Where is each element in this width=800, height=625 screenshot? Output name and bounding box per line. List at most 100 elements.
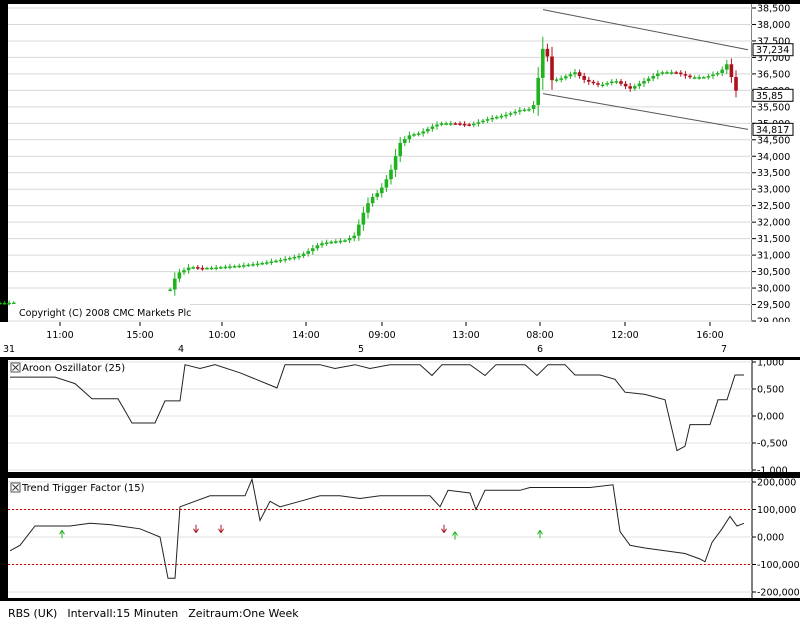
- candle-body: [0, 303, 2, 305]
- candle-body: [417, 133, 421, 135]
- candle-body: [329, 242, 333, 244]
- candle-body: [320, 243, 324, 245]
- candle-body: [628, 86, 632, 88]
- candle-body: [449, 123, 453, 125]
- footer-range: Zeitraum:One Week: [188, 607, 298, 620]
- candle-body: [523, 110, 527, 112]
- candle-body: [486, 119, 490, 121]
- candle-body: [500, 116, 504, 118]
- candle-body: [224, 267, 228, 269]
- candle-body: [555, 79, 559, 81]
- candle-body: [541, 49, 545, 78]
- candle-body: [279, 260, 283, 262]
- candle-body: [707, 76, 711, 78]
- candle-body: [431, 126, 435, 128]
- price-tick-label: 34,000: [757, 152, 790, 163]
- candle-body: [601, 85, 605, 87]
- candle-body: [348, 238, 352, 240]
- ttf-close-icon[interactable]: [11, 483, 20, 492]
- candle-body: [191, 267, 195, 269]
- candle-body: [619, 81, 623, 84]
- time-tick-label: 09:00: [368, 330, 395, 341]
- candle-body: [615, 81, 619, 83]
- time-axis: [0, 322, 800, 357]
- price-tick-label: 33,000: [757, 185, 790, 196]
- candle-body: [371, 197, 375, 203]
- candle-body: [592, 82, 596, 84]
- candle-body: [730, 64, 734, 77]
- candle-body: [564, 76, 568, 78]
- candle-body: [168, 289, 172, 291]
- candle-body: [274, 261, 278, 263]
- indicator-tick-label: -100,000: [757, 560, 800, 571]
- candle-body: [477, 122, 481, 124]
- candle-body: [569, 74, 573, 76]
- candle-body: [633, 86, 637, 89]
- price-tick-label: 32,000: [757, 218, 790, 229]
- candle-body: [467, 124, 471, 126]
- candle-body: [573, 72, 577, 74]
- candle-body: [661, 72, 665, 74]
- candle-body: [178, 272, 182, 278]
- candle-body: [670, 72, 674, 74]
- candle-body: [734, 77, 738, 91]
- price-tick-label: 38,000: [757, 20, 790, 31]
- candle-body: [205, 268, 209, 270]
- candle-body: [182, 270, 186, 272]
- candle-body: [352, 236, 356, 238]
- time-tick-label: 16:00: [696, 330, 723, 341]
- time-tick-label: 10:00: [208, 330, 235, 341]
- candle-body: [490, 118, 494, 120]
- candle-body: [605, 83, 609, 85]
- candle-body: [711, 75, 715, 77]
- candle-body: [651, 76, 655, 79]
- candle-body: [237, 266, 241, 268]
- candle-body: [210, 268, 214, 270]
- candle-body: [389, 170, 393, 179]
- time-tick-label: 12:00: [611, 330, 638, 341]
- candle-body: [357, 225, 361, 236]
- candle-body: [720, 70, 724, 73]
- copyright-text: Copyright (C) 2008 CMC Markets Plc: [19, 308, 191, 319]
- candle-body: [578, 72, 582, 76]
- indicator-tick-label: 100,000: [757, 505, 796, 516]
- candle-body: [504, 115, 508, 117]
- candle-body: [219, 267, 223, 269]
- candle-body: [394, 156, 398, 170]
- footer-interval: Intervall:15 Minuten: [67, 607, 178, 620]
- candle-body: [247, 265, 251, 267]
- candle-body: [256, 264, 260, 266]
- price-tick-label: 30,000: [757, 284, 790, 295]
- candle-body: [283, 259, 287, 261]
- candle-body: [656, 73, 660, 76]
- candle-body: [596, 83, 600, 85]
- candle-body: [201, 268, 205, 270]
- candle-body: [297, 256, 301, 258]
- indicator-tick-label: -0,500: [757, 439, 788, 450]
- candle-body: [412, 134, 416, 136]
- candle-body: [385, 179, 389, 187]
- time-tick-label: 11:00: [46, 330, 73, 341]
- candle-body: [638, 84, 642, 87]
- time-tick-label: 14:00: [292, 330, 319, 341]
- ttf-title: Trend Trigger Factor (15): [21, 483, 145, 494]
- price-panel: [8, 4, 752, 322]
- aroon-close-icon[interactable]: [11, 363, 20, 372]
- candle-body: [3, 303, 7, 305]
- price-tick-label: 29,500: [757, 300, 790, 311]
- price-tick-label: 36,500: [757, 69, 790, 80]
- candle-body: [472, 124, 476, 126]
- price-label: 37,234: [756, 45, 789, 56]
- indicator-tick-label: 200,000: [757, 478, 796, 489]
- candle-body: [716, 73, 720, 75]
- footer-symbol: RBS (UK): [8, 607, 57, 620]
- candle-body: [454, 123, 458, 125]
- candle-body: [624, 84, 628, 87]
- aroon-title: Aroon Oszillator (25): [22, 363, 125, 374]
- candle-body: [12, 303, 16, 305]
- candle-body: [697, 77, 701, 79]
- candle-body: [688, 76, 692, 78]
- price-tick-label: 34,500: [757, 135, 790, 146]
- candle-body: [375, 193, 379, 197]
- candle-body: [214, 268, 218, 270]
